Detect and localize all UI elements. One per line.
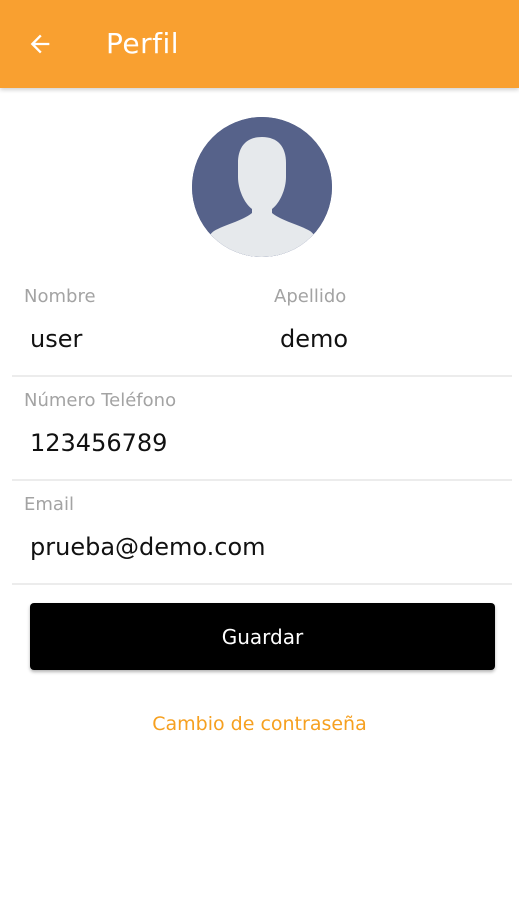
last-name-input[interactable]: demo — [280, 324, 348, 354]
page-title: Perfil — [106, 27, 180, 60]
avatar[interactable] — [192, 117, 332, 257]
email-label: Email — [24, 494, 74, 515]
app-bar: Perfil — [0, 0, 519, 88]
user-silhouette-icon — [192, 117, 332, 257]
profile-screen: Perfil Nombre user Apellido demo Número … — [0, 0, 519, 900]
change-password-link[interactable]: Cambio de contraseña — [0, 710, 519, 738]
divider — [12, 583, 512, 585]
email-input[interactable]: prueba@demo.com — [30, 532, 266, 562]
phone-input[interactable]: 123456789 — [30, 428, 176, 458]
back-button[interactable] — [22, 26, 58, 62]
last-name-label: Apellido — [274, 286, 347, 307]
divider — [12, 375, 512, 377]
divider — [12, 479, 512, 481]
first-name-input[interactable]: user — [30, 324, 96, 354]
email-field[interactable]: Email prueba@demo.com — [24, 493, 266, 562]
last-name-field[interactable]: Apellido demo — [274, 285, 348, 354]
save-button[interactable]: Guardar — [30, 603, 495, 670]
phone-label: Número Teléfono — [24, 390, 177, 411]
first-name-label: Nombre — [24, 286, 96, 307]
arrow-left-icon — [30, 34, 50, 54]
first-name-field[interactable]: Nombre user — [24, 285, 96, 354]
phone-field[interactable]: Número Teléfono 123456789 — [24, 389, 176, 458]
